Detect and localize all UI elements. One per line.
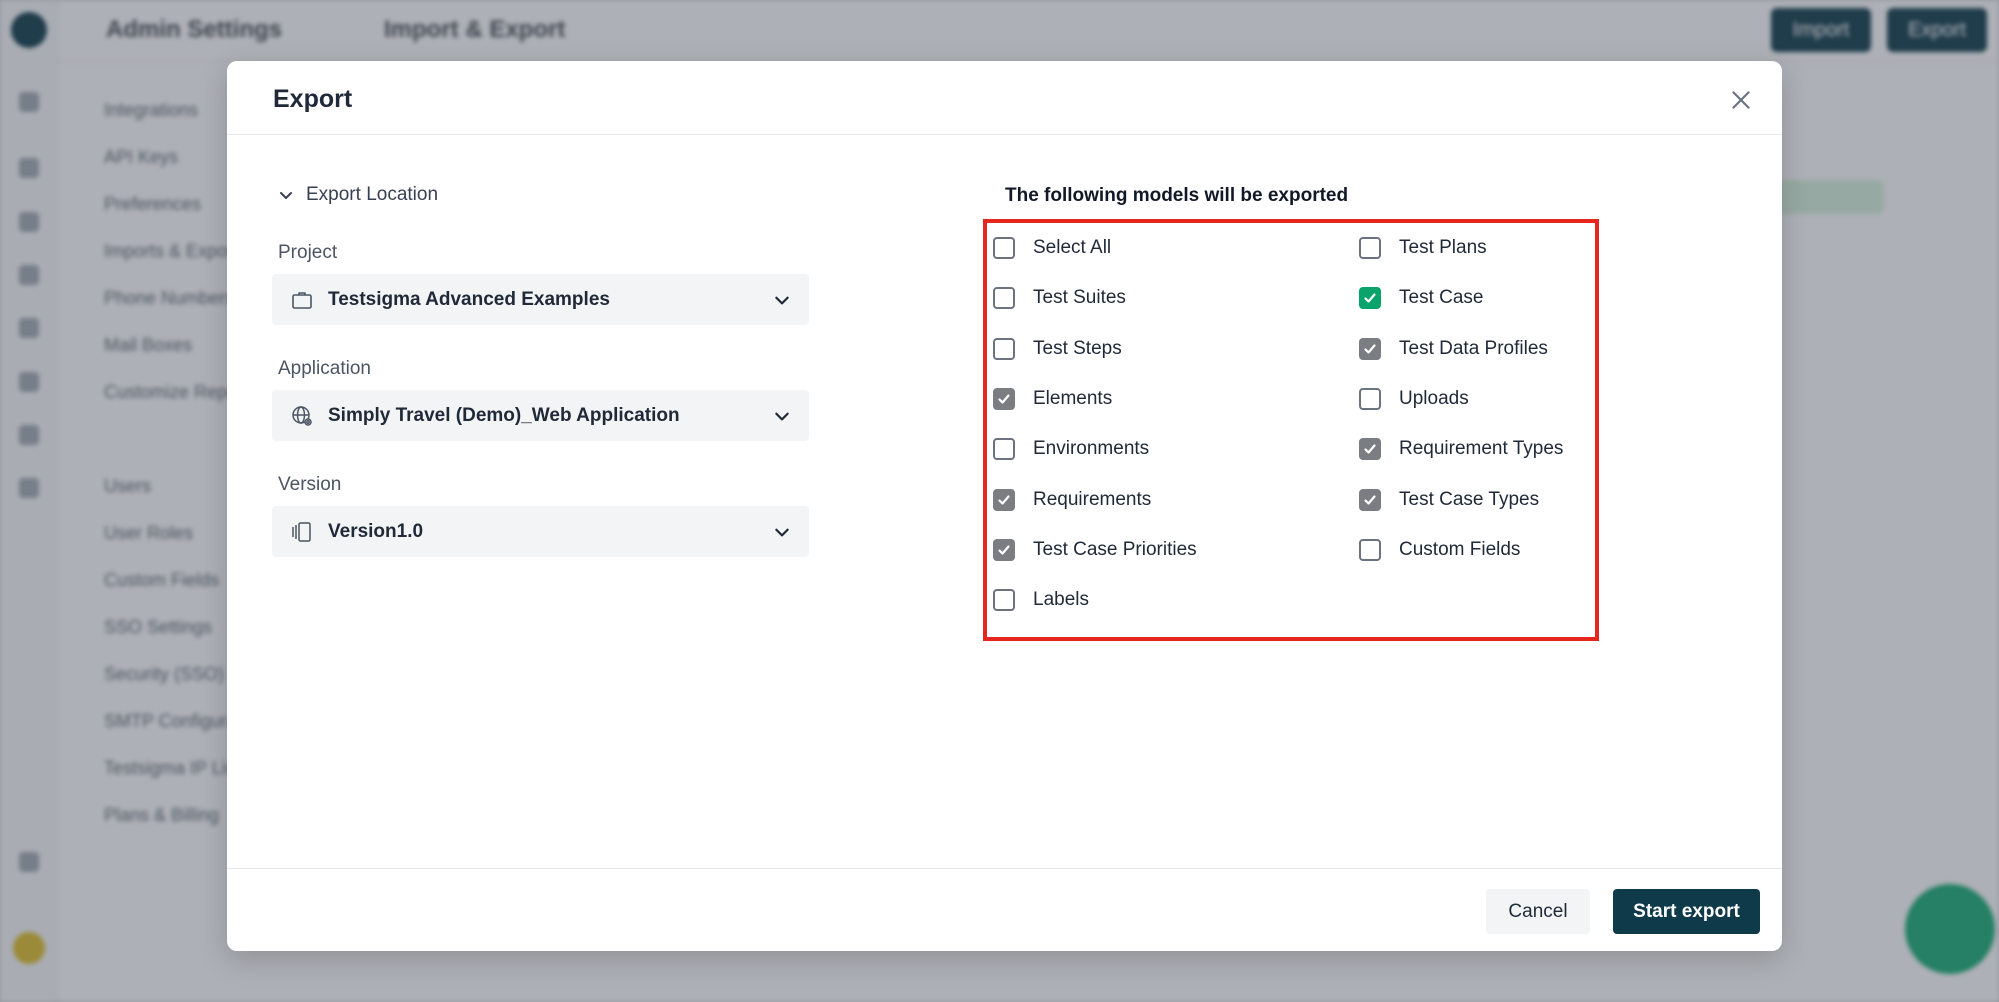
checkbox-unchecked-icon[interactable] bbox=[993, 237, 1015, 259]
chevron-down-icon bbox=[775, 528, 789, 536]
checkbox-test-case-types[interactable]: Test Case Types bbox=[1359, 485, 1539, 515]
checkbox-requirement-types[interactable]: Requirement Types bbox=[1359, 434, 1563, 464]
close-icon[interactable] bbox=[1728, 87, 1754, 113]
application-select[interactable]: Simply Travel (Demo)_Web Application bbox=[272, 390, 809, 441]
checkbox-checked-icon[interactable] bbox=[993, 538, 1015, 561]
version-select[interactable]: Version1.0 bbox=[272, 506, 809, 557]
checkbox-label: Environments bbox=[1033, 438, 1150, 460]
checkbox-label: Test Case Priorities bbox=[1033, 538, 1197, 560]
checkbox-uploads[interactable]: Uploads bbox=[1359, 384, 1469, 414]
checkbox-label: Requirement Types bbox=[1399, 438, 1564, 460]
checkbox-label: Select All bbox=[1033, 237, 1112, 258]
checkbox-label: Labels bbox=[1033, 589, 1089, 611]
checkbox-label: Test Data Profiles bbox=[1399, 337, 1548, 359]
checkbox-checked-icon[interactable] bbox=[1359, 488, 1381, 511]
export-location-label: Export Location bbox=[306, 184, 439, 205]
checkbox-unchecked-icon[interactable] bbox=[1359, 237, 1381, 259]
checkbox-custom-fields[interactable]: Custom Fields bbox=[1359, 535, 1520, 565]
checkbox-requirements[interactable]: Requirements bbox=[993, 485, 1151, 515]
checkbox-checked-icon[interactable] bbox=[993, 387, 1015, 410]
checkbox-checked-icon[interactable] bbox=[1359, 438, 1381, 461]
briefcase-icon bbox=[292, 291, 312, 309]
chevron-down-icon bbox=[775, 296, 789, 304]
web-globe-icon bbox=[292, 405, 312, 426]
checkbox-label: Uploads bbox=[1399, 387, 1469, 409]
checkbox-label: Test Case Types bbox=[1399, 488, 1540, 510]
chevron-down-icon bbox=[280, 192, 292, 199]
checkbox-test-plans[interactable]: Test Plans bbox=[1359, 233, 1487, 263]
application-value: Simply Travel (Demo)_Web Application bbox=[328, 404, 680, 426]
dialog-header: Export bbox=[227, 61, 1782, 135]
checkbox-environments[interactable]: Environments bbox=[993, 434, 1149, 464]
checkbox-labels[interactable]: Labels bbox=[993, 585, 1089, 615]
checkbox-checked-icon[interactable] bbox=[993, 488, 1015, 511]
checkbox-label: Test Case bbox=[1399, 287, 1484, 309]
checkbox-checked-icon[interactable] bbox=[1359, 287, 1381, 310]
checkbox-label: Test Steps bbox=[1033, 337, 1122, 359]
checkbox-test-case[interactable]: Test Case bbox=[1359, 283, 1483, 313]
export-location-toggle[interactable]: Export Location bbox=[278, 181, 809, 209]
checkbox-select-all[interactable]: Select All bbox=[993, 233, 1111, 263]
version-label: Version bbox=[278, 474, 342, 495]
checkbox-test-data-profiles[interactable]: Test Data Profiles bbox=[1359, 334, 1548, 364]
checkbox-test-steps[interactable]: Test Steps bbox=[993, 334, 1122, 364]
models-heading: The following models will be exported bbox=[1005, 185, 1349, 206]
checkbox-label: Custom Fields bbox=[1399, 538, 1521, 560]
application-label: Application bbox=[278, 358, 371, 379]
export-location-section: Export Location Project Testsigma Advanc… bbox=[272, 181, 809, 557]
project-value: Testsigma Advanced Examples bbox=[328, 288, 610, 310]
project-select[interactable]: Testsigma Advanced Examples bbox=[272, 274, 809, 325]
versions-icon bbox=[292, 521, 311, 542]
checkbox-label: Requirements bbox=[1033, 488, 1152, 510]
highlight-annotation bbox=[983, 219, 1599, 641]
checkbox-test-case-priorities[interactable]: Test Case Priorities bbox=[993, 535, 1197, 565]
checkbox-label: Test Plans bbox=[1399, 237, 1487, 258]
dialog-title: Export bbox=[273, 85, 353, 113]
export-dialog: Export Export Location Project Testsigma… bbox=[227, 61, 1782, 951]
checkbox-unchecked-icon[interactable] bbox=[993, 438, 1015, 461]
chevron-down-icon bbox=[775, 412, 789, 420]
cancel-button[interactable]: Cancel bbox=[1486, 889, 1590, 934]
checkbox-label: Elements bbox=[1033, 387, 1113, 409]
checkbox-elements[interactable]: Elements bbox=[993, 384, 1112, 414]
checkbox-unchecked-icon[interactable] bbox=[993, 287, 1015, 310]
version-value: Version1.0 bbox=[328, 520, 424, 542]
checkbox-checked-icon[interactable] bbox=[1359, 337, 1381, 360]
start-export-button[interactable]: Start export bbox=[1613, 889, 1760, 934]
checkbox-unchecked-icon[interactable] bbox=[1359, 387, 1381, 410]
project-label: Project bbox=[278, 242, 338, 263]
checkbox-unchecked-icon[interactable] bbox=[993, 337, 1015, 360]
checkbox-test-suites[interactable]: Test Suites bbox=[993, 283, 1126, 313]
checkbox-unchecked-icon[interactable] bbox=[993, 589, 1015, 612]
checkbox-unchecked-icon[interactable] bbox=[1359, 538, 1381, 561]
models-section: The following models will be exported Se… bbox=[983, 185, 1599, 641]
dialog-footer: Cancel Start export bbox=[227, 868, 1782, 951]
checkbox-label: Test Suites bbox=[1033, 287, 1126, 309]
